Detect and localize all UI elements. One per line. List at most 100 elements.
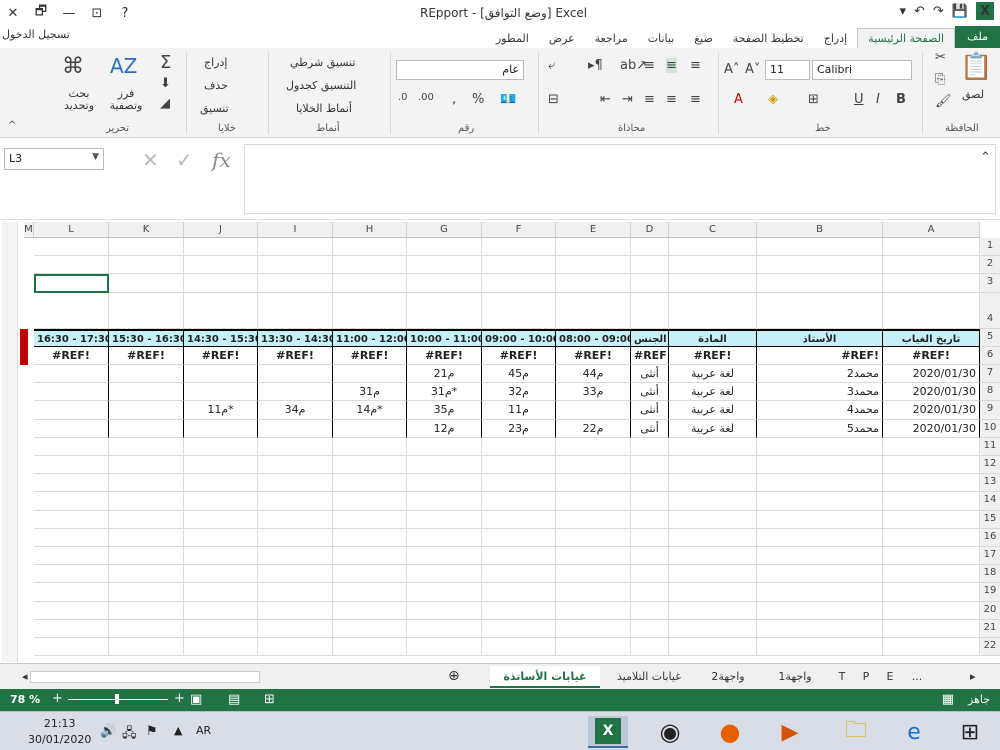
macro-record-icon[interactable]: ▦ (942, 692, 954, 707)
vertical-scrollbar[interactable] (2, 222, 18, 662)
binoculars-icon[interactable]: ⌘ (62, 54, 84, 79)
column-title-cell[interactable]: 15:30 - 16:30 (109, 328, 184, 347)
cell[interactable] (482, 474, 556, 493)
cell[interactable] (669, 292, 757, 329)
column-header[interactable]: M (24, 222, 34, 238)
internet-explorer-taskbar-icon[interactable]: e (894, 716, 934, 748)
cell[interactable] (631, 638, 669, 657)
name-box[interactable]: L3 ▼ (4, 148, 104, 170)
cell[interactable] (757, 437, 883, 456)
row-header[interactable]: 9 (980, 401, 1000, 420)
data-cell[interactable]: 2020/01/30 (883, 401, 980, 420)
action-center-icon[interactable]: ⚑ (146, 724, 158, 739)
row-header[interactable]: 7 (980, 365, 1000, 384)
cell[interactable] (333, 547, 407, 566)
cell[interactable] (109, 456, 184, 475)
cell[interactable] (482, 638, 556, 657)
cell[interactable] (109, 437, 184, 456)
paste-icon[interactable]: 📋 (960, 52, 992, 82)
data-cell[interactable] (184, 419, 258, 438)
cell[interactable] (556, 619, 631, 638)
cell[interactable] (556, 474, 631, 493)
cell[interactable] (34, 492, 109, 511)
row-header[interactable]: 22 (980, 638, 1000, 657)
find-select-button[interactable]: بحث وتحديد (56, 88, 102, 112)
cell[interactable] (407, 638, 482, 657)
cell[interactable] (407, 528, 482, 547)
data-cell[interactable]: محمد3 (757, 383, 883, 402)
excel-taskbar-icon[interactable]: X (588, 716, 628, 748)
cell[interactable] (333, 456, 407, 475)
cell[interactable] (333, 437, 407, 456)
comma-style-icon[interactable]: , (452, 92, 456, 107)
cell[interactable] (184, 456, 258, 475)
cell[interactable] (757, 638, 883, 657)
align-middle-icon[interactable]: ≡ (666, 58, 677, 73)
sheet-tab[interactable]: واجهة1 (762, 666, 828, 688)
decrease-font-icon[interactable]: A˅ (745, 62, 760, 77)
cell[interactable] (631, 437, 669, 456)
cell[interactable] (556, 510, 631, 529)
cell[interactable] (258, 583, 333, 602)
cell[interactable] (631, 456, 669, 475)
cell[interactable] (556, 274, 631, 293)
cell[interactable] (883, 238, 980, 257)
data-cell[interactable] (34, 383, 109, 402)
cell[interactable] (482, 565, 556, 584)
column-title-cell[interactable]: الجنس (631, 328, 669, 347)
cell[interactable] (184, 601, 258, 620)
row-header[interactable]: 20 (980, 601, 1000, 620)
cell[interactable] (631, 238, 669, 257)
cell[interactable] (556, 238, 631, 257)
cell[interactable] (407, 601, 482, 620)
cell[interactable] (34, 510, 109, 529)
data-cell[interactable]: أنثى (631, 365, 669, 384)
ribbon-tab[interactable]: عرض (539, 29, 585, 48)
cell[interactable] (34, 292, 109, 329)
clock[interactable]: 21:13 30/01/2020 (28, 716, 91, 748)
cell[interactable] (631, 474, 669, 493)
data-cell[interactable]: محمد2 (757, 365, 883, 384)
page-break-view-icon[interactable]: ▤ (228, 692, 240, 707)
ref-error-cell[interactable]: #REF! (669, 346, 757, 365)
cell[interactable] (333, 274, 407, 293)
data-cell[interactable] (333, 419, 407, 438)
cell[interactable] (333, 528, 407, 547)
cell[interactable] (757, 547, 883, 566)
cell[interactable] (883, 619, 980, 638)
cell[interactable] (482, 256, 556, 275)
enter-icon[interactable]: ✓ (176, 148, 193, 172)
cell[interactable] (757, 510, 883, 529)
cell[interactable] (258, 619, 333, 638)
align-center-icon[interactable]: ≡ (666, 92, 677, 107)
data-cell[interactable]: 2020/01/30 (883, 365, 980, 384)
column-title-cell[interactable]: 16:30 - 17:30 (34, 328, 109, 347)
horizontal-scrollbar[interactable] (30, 671, 260, 683)
row-header[interactable]: 21 (980, 619, 1000, 638)
fill-icon[interactable]: ⬇ (160, 76, 171, 91)
cell[interactable] (333, 474, 407, 493)
ribbon-tab[interactable]: تخطيط الصفحة (723, 29, 814, 48)
sheet-tab[interactable]: واجهة2 (698, 666, 758, 688)
cell[interactable] (631, 565, 669, 584)
data-cell[interactable] (184, 383, 258, 402)
row-header[interactable]: 18 (980, 565, 1000, 584)
normal-view-icon[interactable]: ⊞ (264, 692, 275, 707)
data-cell[interactable]: 1م1 (482, 401, 556, 420)
cell[interactable] (669, 456, 757, 475)
cell[interactable] (258, 528, 333, 547)
cell[interactable] (482, 456, 556, 475)
sort-filter-icon[interactable]: AZ (110, 54, 137, 78)
data-cell[interactable] (333, 365, 407, 384)
chevron-down-icon[interactable]: ▼ (92, 152, 99, 162)
cell[interactable] (407, 256, 482, 275)
cell[interactable] (333, 510, 407, 529)
column-title-cell[interactable]: 09:00 - 10:00 (482, 328, 556, 347)
cell[interactable] (407, 492, 482, 511)
cell[interactable] (258, 474, 333, 493)
wrap-text-icon[interactable]: ⤶ (548, 58, 555, 73)
ref-error-cell[interactable]: #REF! (109, 346, 184, 365)
increase-decimal-icon[interactable]: .0 (398, 92, 408, 103)
cell-styles-button[interactable]: أنماط الخلايا (296, 102, 352, 115)
cell[interactable] (669, 528, 757, 547)
